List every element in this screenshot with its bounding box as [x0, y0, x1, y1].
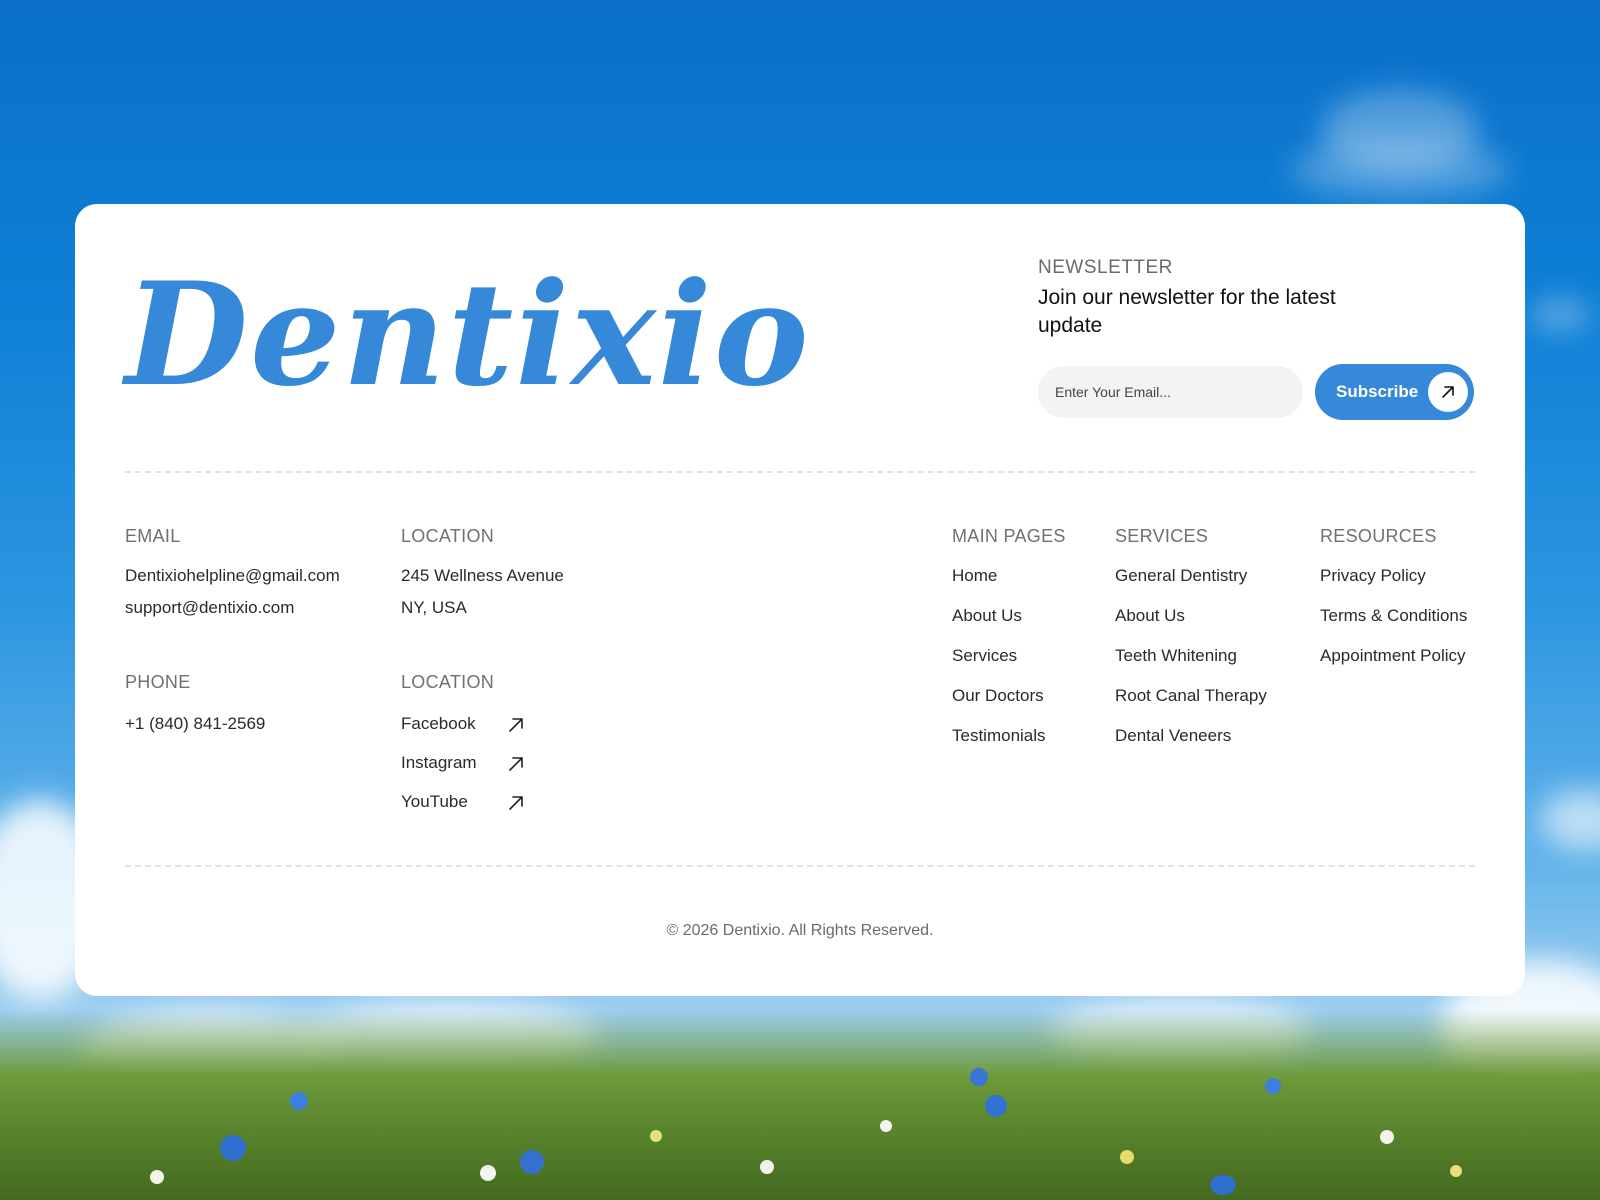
address-line-2: NY, USA	[401, 598, 467, 617]
copyright-text: © 2026 Dentixio. All Rights Reserved.	[666, 922, 934, 939]
arrow-up-right-icon	[1428, 372, 1468, 412]
social-link-label: Instagram	[401, 753, 477, 772]
service-link-dental-veneers[interactable]: Dental Veneers	[1115, 726, 1231, 746]
bottom-divider	[125, 865, 1475, 867]
newsletter-email-input[interactable]	[1038, 366, 1303, 418]
nav-link-services[interactable]: Services	[952, 646, 1017, 666]
service-link-general-dentistry[interactable]: General Dentistry	[1115, 566, 1247, 586]
subscribe-button-label: Subscribe	[1336, 382, 1419, 401]
social-link-instagram[interactable]: Instagram	[401, 753, 531, 777]
resource-link-terms[interactable]: Terms & Conditions	[1320, 606, 1467, 626]
address-line-1: 245 Wellness Avenue	[401, 566, 564, 585]
nav-link-testimonials[interactable]: Testimonials	[952, 726, 1046, 746]
location-heading: LOCATION	[401, 526, 495, 546]
social-link-label: Facebook	[401, 714, 476, 733]
arrow-up-right-icon	[509, 718, 523, 732]
resource-link-appointment-policy[interactable]: Appointment Policy	[1320, 646, 1466, 666]
email-link-helpline[interactable]: Dentixiohelpline@gmail.com	[125, 566, 340, 586]
social-link-facebook[interactable]: Facebook	[401, 714, 531, 738]
resource-link-privacy-policy[interactable]: Privacy Policy	[1320, 566, 1426, 586]
service-link-root-canal[interactable]: Root Canal Therapy	[1115, 686, 1267, 706]
brand-logo[interactable]: Dentixio	[125, 264, 811, 406]
email-link-support[interactable]: support@dentixio.com	[125, 598, 294, 618]
nav-link-our-doctors[interactable]: Our Doctors	[952, 686, 1044, 706]
social-heading: LOCATION	[401, 672, 495, 692]
main-pages-heading: MAIN PAGES	[952, 526, 1066, 546]
social-link-youtube[interactable]: YouTube	[401, 792, 531, 816]
newsletter-heading: Join our newsletter for the latest updat…	[1038, 286, 1336, 337]
phone-link[interactable]: +1 (840) 841-2569	[125, 714, 265, 734]
email-heading: EMAIL	[125, 526, 181, 546]
top-divider	[125, 471, 1475, 473]
service-link-teeth-whitening[interactable]: Teeth Whitening	[1115, 646, 1237, 666]
nav-link-about-us[interactable]: About Us	[952, 606, 1022, 626]
phone-heading: PHONE	[125, 672, 191, 692]
footer-card: Dentixio NEWSLETTER Join our newsletter …	[75, 204, 1525, 996]
arrow-up-right-icon	[509, 796, 523, 810]
nav-link-home[interactable]: Home	[952, 566, 997, 586]
services-heading: SERVICES	[1115, 526, 1209, 546]
social-link-label: YouTube	[401, 792, 468, 811]
resources-heading: RESOURCES	[1320, 526, 1437, 546]
service-link-about-us[interactable]: About Us	[1115, 606, 1185, 626]
newsletter-label: NEWSLETTER	[1038, 257, 1173, 278]
arrow-up-right-icon	[509, 757, 523, 771]
subscribe-button[interactable]: Subscribe	[1315, 364, 1474, 420]
